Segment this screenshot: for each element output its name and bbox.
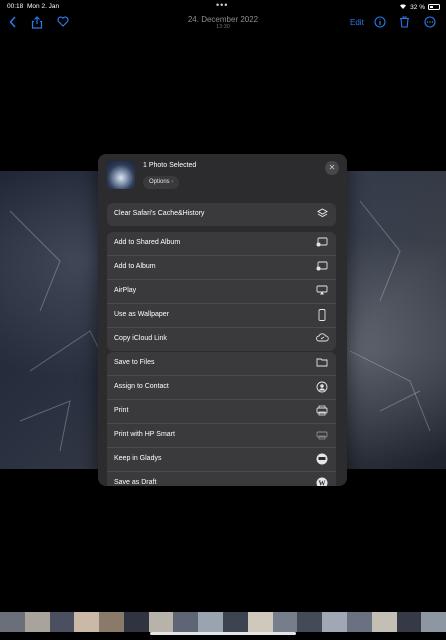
battery-percent: 32 % [410,3,425,11]
thumbnail-filmstrip[interactable] [0,612,446,632]
action-label: Keep in Gladys [114,455,162,462]
action-use-as-wallpaper[interactable]: Use as Wallpaper [107,304,336,328]
action-keep-in-gladys[interactable]: Keep in Gladys [107,448,336,472]
action-label: Copy iCloud Link [114,335,167,342]
status-right: 32 % [399,3,440,11]
wordpress-icon: W [316,477,328,486]
action-label: Clear Safari's Cache&History [114,210,205,217]
hp-printer-icon [316,429,328,441]
close-icon: ✕ [328,163,336,172]
action-label: Use as Wallpaper [114,311,169,318]
options-button[interactable]: Options › [143,176,180,189]
multitasking-dots-icon[interactable]: ••• [216,0,228,10]
options-label: Options [149,179,170,185]
action-save-as-draft[interactable]: Save as Draft W [107,472,336,486]
airplay-icon [316,285,328,297]
close-button[interactable]: ✕ [325,161,339,175]
chevron-right-icon: › [171,179,174,185]
svg-text:W: W [319,480,326,486]
action-group-3: Save to Files Assign to Contact Print Pr… [107,352,336,486]
action-assign-to-contact[interactable]: Assign to Contact [107,376,336,400]
action-add-to-shared-album[interactable]: Add to Shared Album [107,232,336,256]
action-label: Print with HP Smart [114,431,175,438]
photo-toolbar: 24. December 2022 13:30 Edit [0,12,446,36]
printer-icon [316,405,328,417]
layers-icon [316,208,328,220]
battery-icon [428,4,440,10]
action-print[interactable]: Print [107,400,336,424]
share-sheet-header: 1 Photo Selected Options › ✕ [98,154,347,194]
gladys-icon [316,453,328,465]
action-group-2: Add to Shared Album Add to Album AirPlay… [107,232,336,351]
action-group-1: Clear Safari's Cache&History [107,203,336,226]
action-label: Save as Draft [114,479,157,486]
status-date: Mon 2. Jan [27,3,60,10]
folder-icon [316,357,328,369]
action-label: AirPlay [114,287,137,294]
action-print-with-hp-smart[interactable]: Print with HP Smart [107,424,336,448]
action-save-to-files[interactable]: Save to Files [107,352,336,376]
action-label: Print [114,407,129,414]
edit-button[interactable]: Edit [350,18,364,27]
action-clear-safari-cache[interactable]: Clear Safari's Cache&History [107,203,336,226]
photo-thumbnail [107,161,135,189]
share-sheet: 1 Photo Selected Options › ✕ Clear Safar… [98,154,347,486]
action-label: Add to Shared Album [114,239,181,246]
action-label: Add to Album [114,263,156,270]
action-copy-icloud-link[interactable]: Copy iCloud Link [107,328,336,351]
phone-icon [316,309,328,321]
contact-icon [316,381,328,393]
action-add-to-album[interactable]: Add to Album [107,256,336,280]
cloud-link-icon [316,333,329,345]
status-time: 00:18 [7,3,24,10]
action-airplay[interactable]: AirPlay [107,280,336,304]
action-label: Assign to Contact [114,383,169,390]
more-icon[interactable] [424,16,436,31]
selection-title: 1 Photo Selected [143,162,197,169]
shared-album-icon [316,237,328,249]
album-icon [316,261,328,273]
home-indicator[interactable] [150,632,296,635]
trash-icon[interactable] [399,16,410,31]
info-icon[interactable] [374,16,386,31]
action-label: Save to Files [114,359,155,366]
wifi-icon [399,3,407,11]
